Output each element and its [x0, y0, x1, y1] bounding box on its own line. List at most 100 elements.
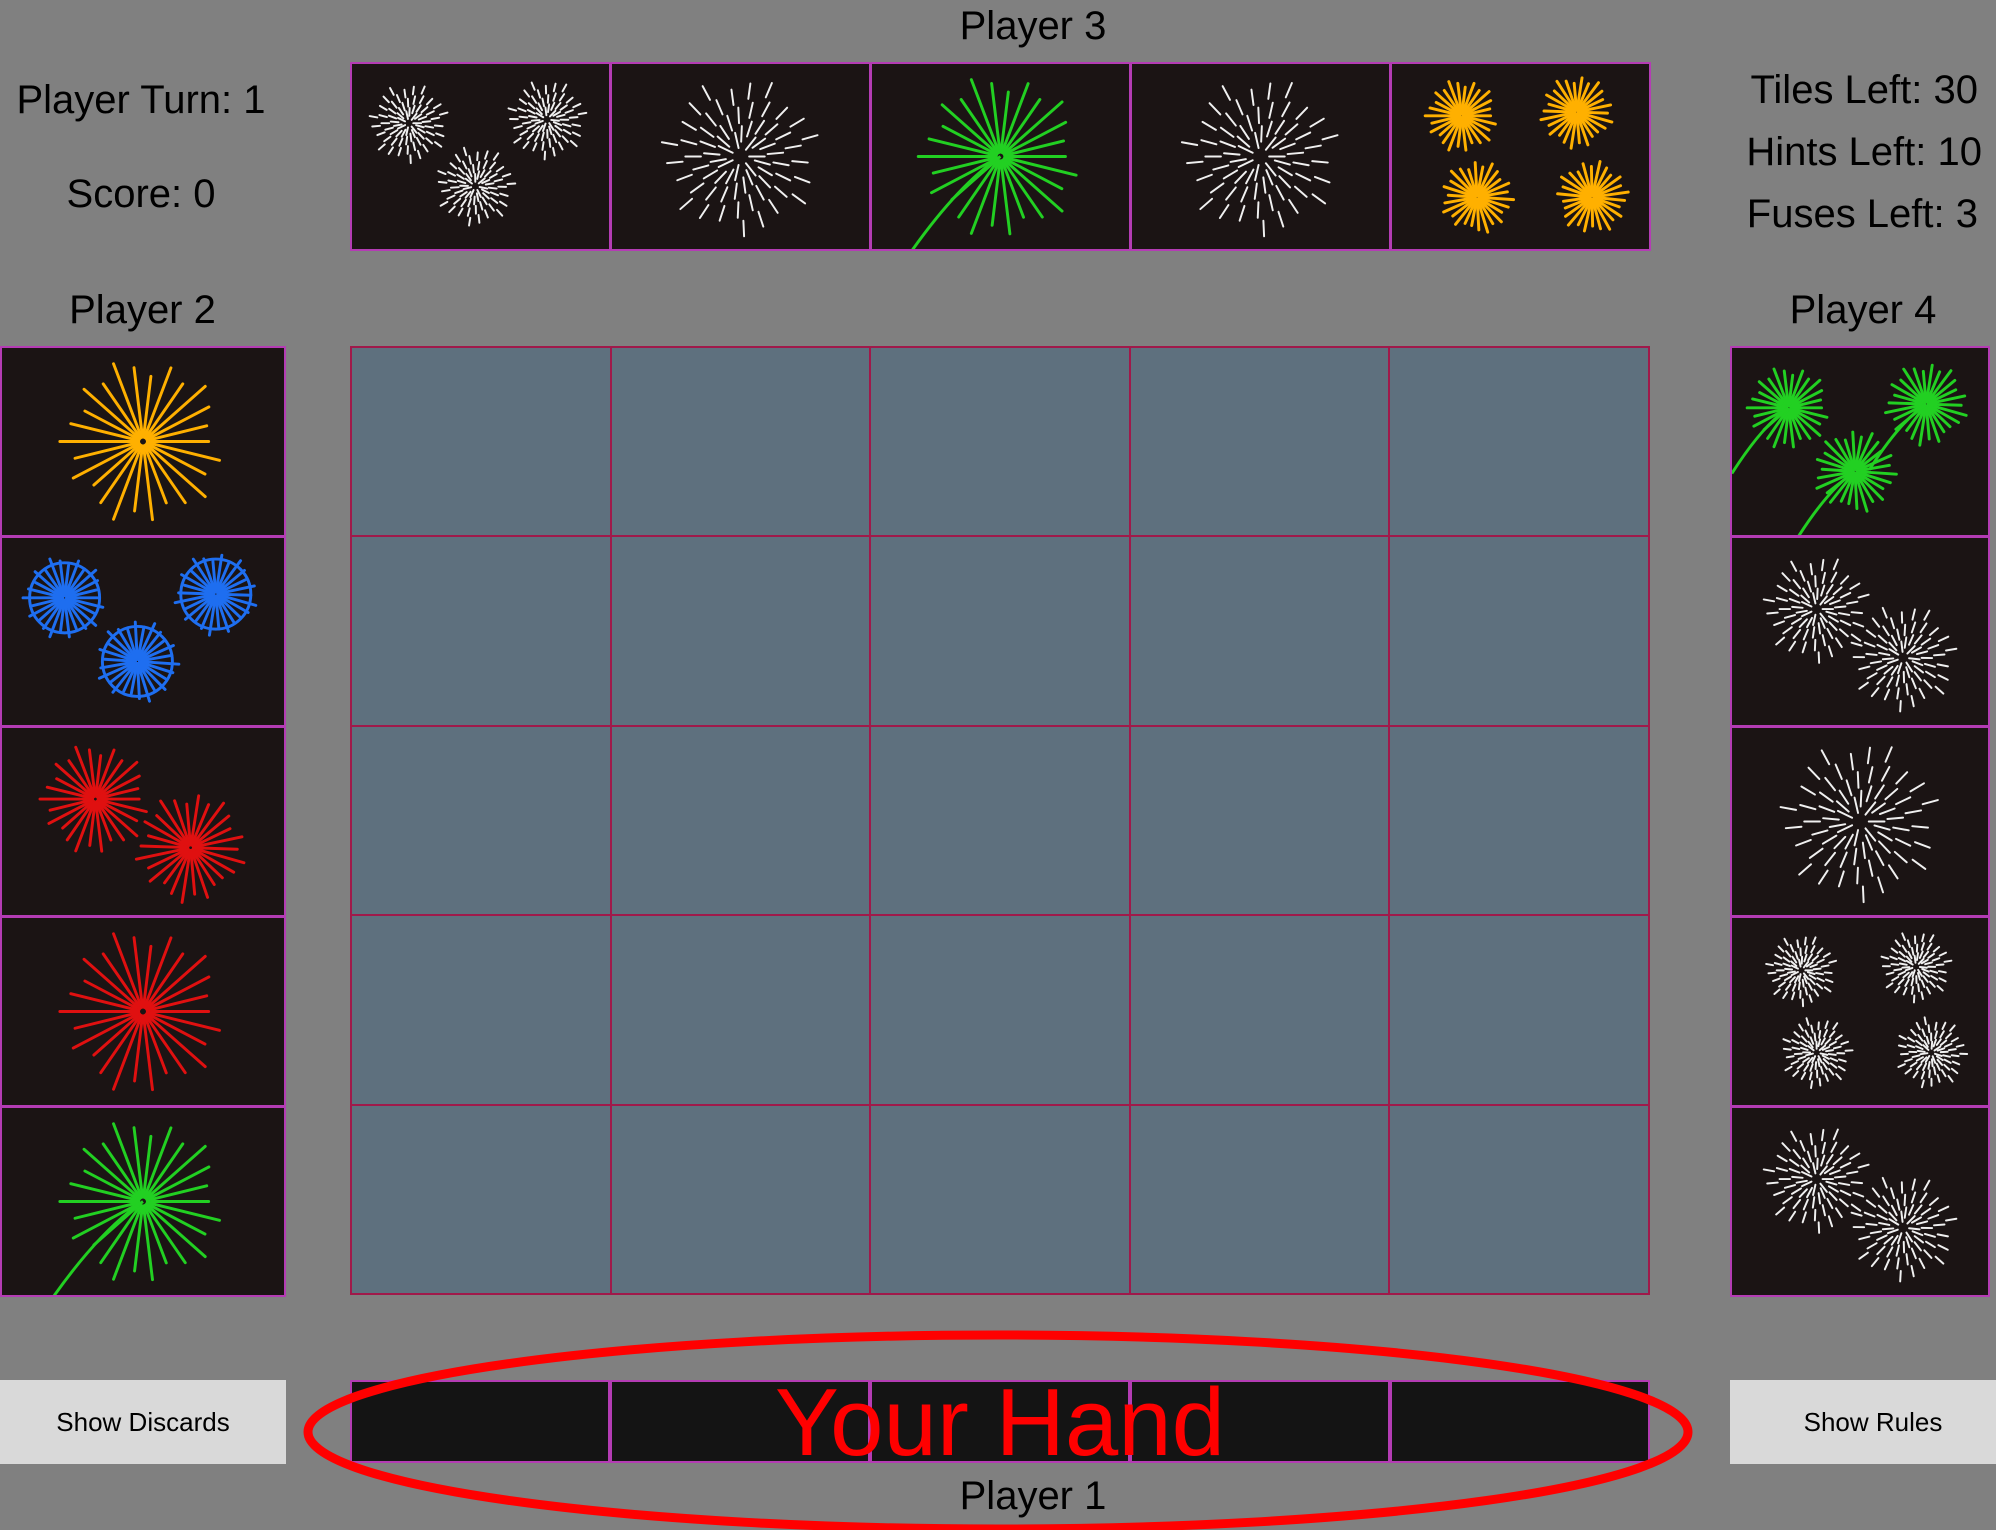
yellow-firework-icon: [1423, 76, 1630, 234]
board-cell[interactable]: [351, 536, 611, 726]
player4-card-2[interactable]: [1730, 536, 1990, 727]
board-cell[interactable]: [870, 347, 1130, 537]
blue-firework-burst: [173, 553, 258, 637]
board-cell[interactable]: [610, 915, 871, 1105]
green-firework-burst: [1732, 367, 1829, 475]
board-cell[interactable]: [1389, 1104, 1649, 1294]
green-firework-burst: [1797, 430, 1898, 535]
player3-card-3[interactable]: [870, 62, 1131, 251]
white-firework-icon: [1765, 932, 1969, 1090]
yellow-firework-burst: [1442, 161, 1516, 234]
green-firework-icon: [52, 1122, 221, 1295]
white-firework-icon: [1180, 82, 1339, 238]
board-cell[interactable]: [351, 1104, 611, 1294]
board-cell[interactable]: [351, 725, 611, 916]
board-cell[interactable]: [351, 347, 611, 537]
player4-card-3[interactable]: [1730, 726, 1990, 917]
white-firework-burst: [1880, 932, 1953, 1004]
red-firework-icon: [38, 745, 246, 904]
board-cell[interactable]: [1129, 725, 1390, 916]
player3-label: Player 3: [959, 4, 1107, 48]
yellow-firework-icon: [58, 362, 221, 522]
player2-card-3[interactable]: [0, 726, 286, 917]
show-rules-button[interactable]: Show Rules: [1730, 1380, 1996, 1464]
firework-board: [350, 346, 1650, 1295]
player4-card-4[interactable]: [1730, 916, 1990, 1107]
yellow-firework-burst: [1556, 160, 1630, 233]
player3-card-2[interactable]: [610, 62, 871, 251]
board-cell[interactable]: [870, 915, 1130, 1105]
red-firework-burst: [58, 932, 221, 1092]
white-firework-burst: [660, 82, 819, 238]
green-firework-icon: [911, 78, 1078, 249]
board-cell[interactable]: [870, 725, 1130, 916]
white-firework-burst: [1765, 936, 1838, 1008]
board-cell[interactable]: [610, 347, 871, 537]
board-cell[interactable]: [610, 536, 871, 726]
white-firework-burst: [1782, 1017, 1854, 1090]
white-firework-icon: [1779, 746, 1939, 904]
white-firework-burst: [1850, 606, 1958, 713]
player3-card-5[interactable]: [1390, 62, 1651, 251]
player4-card-1[interactable]: [1730, 346, 1990, 537]
board-cell[interactable]: [351, 915, 611, 1105]
board-cell[interactable]: [1129, 1104, 1390, 1294]
white-firework-burst: [507, 81, 588, 161]
red-firework-burst: [134, 794, 246, 904]
hand-card-slot[interactable]: [350, 1380, 610, 1463]
hand-card-slot[interactable]: [1130, 1380, 1390, 1463]
show-discards-button[interactable]: Show Discards: [0, 1380, 286, 1464]
yellow-firework-burst: [1539, 76, 1614, 150]
green-firework-icon: [1732, 363, 1968, 535]
red-firework-burst: [38, 745, 148, 853]
green-firework-burst: [52, 1122, 221, 1295]
yellow-firework-burst: [58, 362, 221, 522]
white-firework-icon: [368, 81, 588, 227]
player2-card-4[interactable]: [0, 916, 286, 1107]
board-cell[interactable]: [870, 1104, 1130, 1294]
white-firework-burst: [1779, 746, 1939, 904]
player3-card-1[interactable]: [350, 62, 611, 251]
board-cell[interactable]: [870, 536, 1130, 726]
red-firework-icon: [58, 932, 221, 1092]
hand-card-slot[interactable]: [610, 1380, 870, 1463]
green-firework-burst: [1868, 363, 1968, 471]
white-firework-icon: [660, 82, 819, 238]
yellow-firework-burst: [1423, 80, 1497, 152]
white-firework-burst: [1762, 1128, 1870, 1234]
board-cell[interactable]: [1389, 536, 1649, 726]
player3-card-4[interactable]: [1130, 62, 1391, 251]
blue-firework-icon: [21, 553, 258, 703]
board-cell[interactable]: [1129, 347, 1390, 537]
board-cell[interactable]: [610, 725, 871, 916]
fuses-left-label: Fuses Left: 3: [1746, 192, 1978, 236]
white-firework-burst: [1897, 1016, 1969, 1089]
board-cell[interactable]: [610, 1104, 871, 1294]
player2-card-2[interactable]: [0, 536, 286, 727]
blue-firework-burst: [97, 620, 181, 703]
board-cell[interactable]: [1389, 725, 1649, 916]
blue-firework-burst: [21, 557, 105, 639]
white-firework-burst: [1850, 1176, 1958, 1283]
green-firework-burst: [911, 78, 1078, 249]
white-firework-burst: [1180, 82, 1339, 238]
white-firework-burst: [437, 146, 517, 227]
board-cell[interactable]: [1129, 536, 1390, 726]
board-cell[interactable]: [1129, 915, 1390, 1105]
board-cell[interactable]: [1389, 347, 1649, 537]
player2-card-1[interactable]: [0, 346, 286, 537]
player2-label: Player 2: [69, 288, 216, 332]
player1-label: Player 1: [959, 1474, 1107, 1518]
white-firework-burst: [1762, 558, 1870, 664]
score-label: Score: 0: [66, 172, 216, 216]
white-firework-icon: [1762, 558, 1958, 713]
player4-card-5[interactable]: [1730, 1106, 1990, 1297]
player-turn-label: Player Turn: 1: [16, 78, 266, 122]
hand-card-slot[interactable]: [870, 1380, 1130, 1463]
hand-card-slot[interactable]: [1390, 1380, 1650, 1463]
white-firework-icon: [1762, 1128, 1958, 1283]
board-cell[interactable]: [1389, 915, 1649, 1105]
hints-left-label: Hints Left: 10: [1746, 130, 1982, 174]
player2-card-5[interactable]: [0, 1106, 286, 1297]
player4-label: Player 4: [1789, 288, 1937, 332]
